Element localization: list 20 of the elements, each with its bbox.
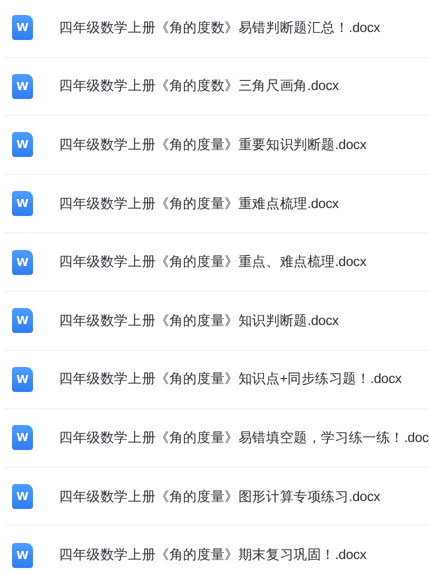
word-document-icon: W: [12, 15, 33, 40]
word-document-icon: W: [12, 484, 33, 510]
word-document-icon: W: [12, 191, 33, 216]
file-name[interactable]: 四年级数学上册《角的度量》重点、难点梳理.docx: [59, 253, 366, 272]
file-name[interactable]: 四年级数学上册《角的度量》期末复习巩固！.docx: [59, 546, 366, 564]
word-document-icon: W: [12, 250, 33, 275]
word-document-icon: W: [12, 425, 33, 450]
word-document-icon: W: [12, 308, 33, 334]
file-name[interactable]: 四年级数学上册《角的度数》易错判断题汇总！.docx: [59, 18, 380, 37]
file-name[interactable]: 四年级数学上册《角的度数》三角尺画角.docx: [59, 77, 339, 96]
file-name[interactable]: 四年级数学上册《角的度量》知识判断题.docx: [59, 312, 339, 330]
file-name[interactable]: 四年级数学上册《角的度量》知识点+同步练习题！.docx: [59, 370, 402, 388]
word-document-icon: W: [12, 366, 33, 392]
file-name[interactable]: 四年级数学上册《角的度量》易错填空题，学习练一练！.doc: [59, 428, 429, 447]
word-document-icon: W: [12, 542, 33, 568]
file-name[interactable]: 四年级数学上册《角的度量》重要知识判断题.docx: [59, 136, 366, 154]
file-name[interactable]: 四年级数学上册《角的度量》图形计算专项练习.docx: [59, 488, 380, 506]
file-name[interactable]: 四年级数学上册《角的度量》重难点梳理.docx: [59, 194, 339, 213]
word-document-icon: W: [12, 74, 33, 99]
word-document-icon: W: [12, 132, 33, 158]
